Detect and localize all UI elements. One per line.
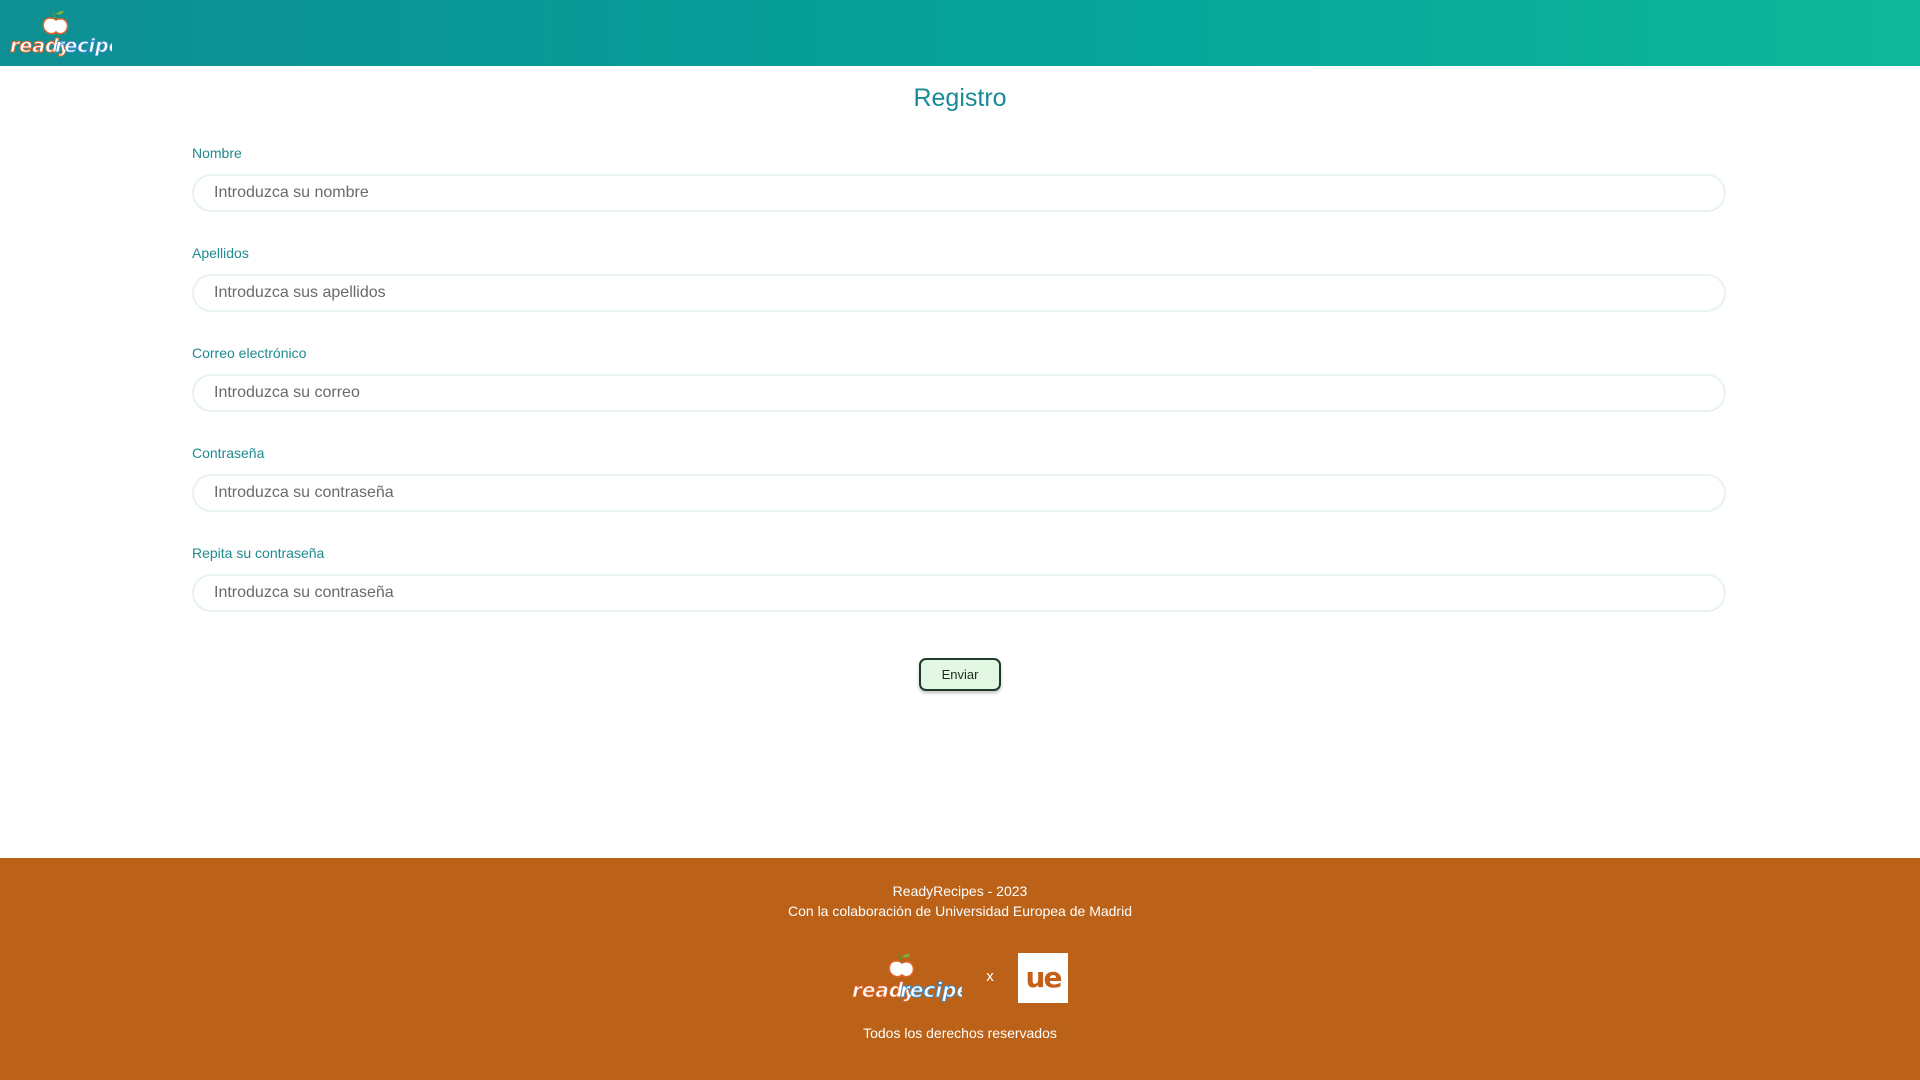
nombre-label: Nombre [192,145,242,161]
top-header: ready recipes [0,0,1920,66]
apellidos-input[interactable] [192,274,1726,312]
footer-separator: x [986,968,994,985]
email-input[interactable] [192,374,1726,412]
submit-button[interactable]: Enviar [919,658,1001,691]
page: ready recipes Registro Nombre Apellidos … [0,0,1920,1080]
logo-word-recipes: recipes [55,35,112,57]
password-label: Contraseña [192,445,265,461]
page-title: Registro [913,84,1007,112]
footer-collaboration: Con la colaboración de Universidad Europ… [788,903,1132,919]
footer-logo-word-recipes: recipes [900,978,962,1002]
footer-rights: Todos los derechos reservados [863,1025,1057,1041]
footer-copyright: ReadyRecipes - 2023 [892,883,1028,899]
repeat-password-input[interactable] [192,574,1726,612]
repeat-password-label: Repita su contraseña [192,545,325,561]
peach-fruit-icon: ready recipes [852,953,982,1002]
nombre-input[interactable] [192,174,1726,212]
apellidos-label: Apellidos [192,245,249,261]
brand-logo[interactable]: ready recipes [8,8,133,58]
peach-fruit-icon: ready recipes [10,10,133,57]
footer-brand-logo: ready recipes [850,950,982,1004]
password-input[interactable] [192,474,1726,512]
email-label: Correo electrónico [192,345,307,361]
ue-logo-icon: ue [1018,953,1068,1003]
ue-logo-text: ue [1026,961,1062,994]
